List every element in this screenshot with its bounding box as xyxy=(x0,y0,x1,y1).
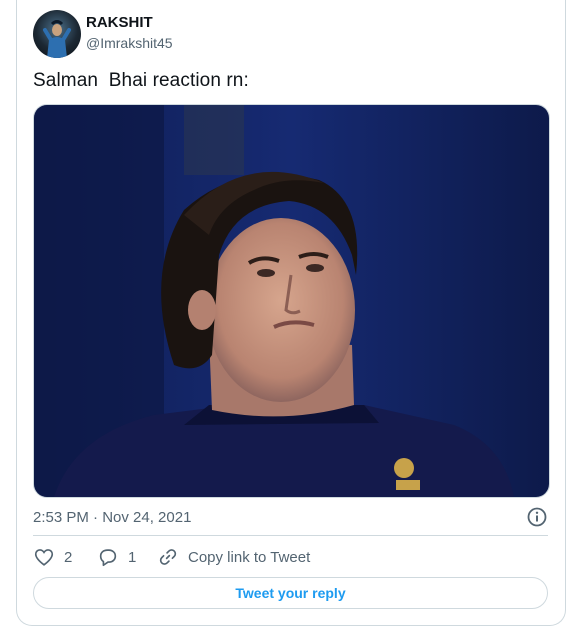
reply-action-button[interactable]: 1 xyxy=(97,546,136,568)
tweet-timestamp[interactable]: 2:53 PM · Nov 24, 2021 xyxy=(33,509,191,526)
like-count: 2 xyxy=(64,548,73,566)
author-display-name[interactable]: RAKSHIT xyxy=(86,14,153,31)
reply-count: 1 xyxy=(128,548,137,566)
info-icon[interactable] xyxy=(526,506,548,528)
author-avatar[interactable] xyxy=(33,10,81,58)
author-handle[interactable]: @Imrakshit45 xyxy=(86,35,173,51)
copy-link-button[interactable]: Copy link to Tweet xyxy=(157,546,310,568)
tweet-your-reply-button[interactable]: Tweet your reply xyxy=(33,577,548,609)
tweet-text: Salman Bhai reaction rn: xyxy=(33,70,249,91)
divider xyxy=(33,535,548,536)
link-icon xyxy=(157,546,179,568)
tweet-media-photo[interactable] xyxy=(33,104,550,498)
reply-bubble-icon xyxy=(97,546,119,568)
heart-icon xyxy=(33,546,55,568)
copy-link-label: Copy link to Tweet xyxy=(188,548,311,566)
like-button[interactable]: 2 xyxy=(33,546,72,568)
tweet-card: RAKSHIT @Imrakshit45 Salman Bhai reactio… xyxy=(16,0,566,626)
